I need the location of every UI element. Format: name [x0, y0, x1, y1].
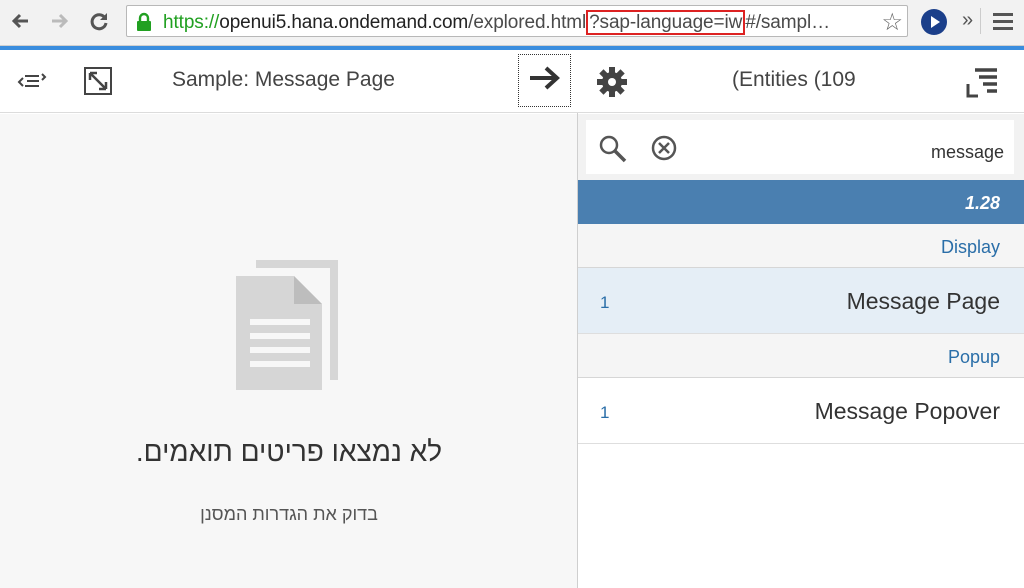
url-query-highlight: ?sap-language=iw: [586, 10, 746, 35]
sample-title: Sample: Message Page: [172, 68, 395, 91]
arrow-right-icon: [528, 65, 562, 96]
entities-title: (Entities (109: [732, 68, 856, 91]
message-description: בדוק את הגדרות המסנן: [200, 504, 378, 524]
navigate-forward-button[interactable]: [518, 54, 571, 107]
list-item-count: 1: [600, 403, 610, 422]
fullscreen-icon[interactable]: [82, 65, 114, 97]
url-path: /explored.html: [468, 12, 587, 33]
toolbar-separator: [980, 8, 981, 34]
group-header-label: Popup: [947, 347, 1000, 367]
code-toggle-icon[interactable]: [16, 68, 48, 96]
group-header: Popup: [578, 334, 1024, 378]
document-icon: [234, 260, 340, 397]
url-host: openui5.hana.ondemand.com: [219, 12, 469, 33]
list-item[interactable]: 1 Message Page: [578, 268, 1024, 334]
version-text: 1.28: [964, 193, 1000, 213]
url-scheme: https://: [163, 12, 220, 33]
search-icon[interactable]: [598, 134, 628, 169]
no-items-text: לא נמצאו פריטים תואמים.: [135, 436, 443, 467]
list-item-count: 1: [600, 293, 610, 312]
message-page: לא נמצאו פריטים תואמים. בדוק את הגדרות ה…: [0, 114, 578, 588]
extension-icon[interactable]: [921, 9, 947, 35]
sample-header: Sample: Message Page: [0, 50, 578, 113]
group-header: Display: [578, 224, 1024, 268]
search-bar: message: [578, 114, 1024, 180]
url-text: https://openui5.hana.ondemand.com/explor…: [163, 10, 830, 35]
search-input[interactable]: message: [586, 120, 1014, 174]
list-item[interactable]: 1 Message Popover: [578, 378, 1024, 444]
lock-icon: [135, 12, 153, 37]
list-item-title: Message Popover: [814, 398, 1000, 424]
sort-list-icon[interactable]: [964, 64, 1000, 100]
clear-icon[interactable]: [650, 134, 678, 167]
master-header: (Entities (109: [578, 50, 1024, 113]
browser-toolbar: https://openui5.hana.ondemand.com/explor…: [0, 0, 1024, 46]
settings-icon[interactable]: [595, 65, 629, 99]
master-list: message 1.28 Display 1 Message Page Popu…: [578, 114, 1024, 588]
star-icon[interactable]: ☆: [881, 8, 903, 37]
more-extensions[interactable]: »: [962, 9, 973, 32]
address-bar[interactable]: https://openui5.hana.ondemand.com/explor…: [126, 5, 908, 37]
search-value: message: [930, 142, 1004, 162]
reload-icon[interactable]: [86, 8, 112, 34]
list-item-title: Message Page: [846, 288, 1000, 314]
back-arrow-icon[interactable]: [8, 8, 34, 34]
version-bar: 1.28: [578, 180, 1024, 224]
url-rest: #/sampl…: [745, 12, 830, 33]
menu-icon[interactable]: [993, 13, 1013, 34]
forward-arrow-icon[interactable]: [46, 8, 72, 34]
group-header-label: Display: [940, 237, 1000, 257]
